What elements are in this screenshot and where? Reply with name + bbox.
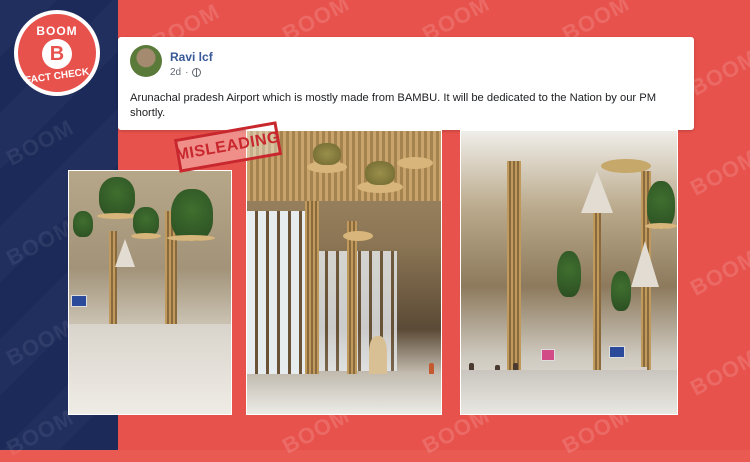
globe-icon	[192, 68, 202, 77]
boom-fact-check-logo: BOOM B FACT CHECK	[14, 10, 100, 96]
logo-bottom-text: FACT CHECK	[24, 66, 90, 87]
post-meta: 2d ·	[170, 67, 202, 78]
logo-top-text: BOOM	[36, 24, 78, 38]
logo-letter: B	[42, 39, 72, 69]
post-author[interactable]: Ravi lcf	[170, 50, 213, 64]
post-time[interactable]: 2d	[170, 67, 181, 78]
social-post-card: Ravi lcf 2d · Arunachal pradesh Airport …	[118, 37, 694, 130]
airport-photo-3	[460, 130, 678, 415]
airport-photo-1	[68, 170, 232, 415]
airport-photo-2	[246, 130, 442, 415]
avatar[interactable]	[130, 45, 162, 77]
post-text: Arunachal pradesh Airport which is mostl…	[130, 92, 657, 119]
